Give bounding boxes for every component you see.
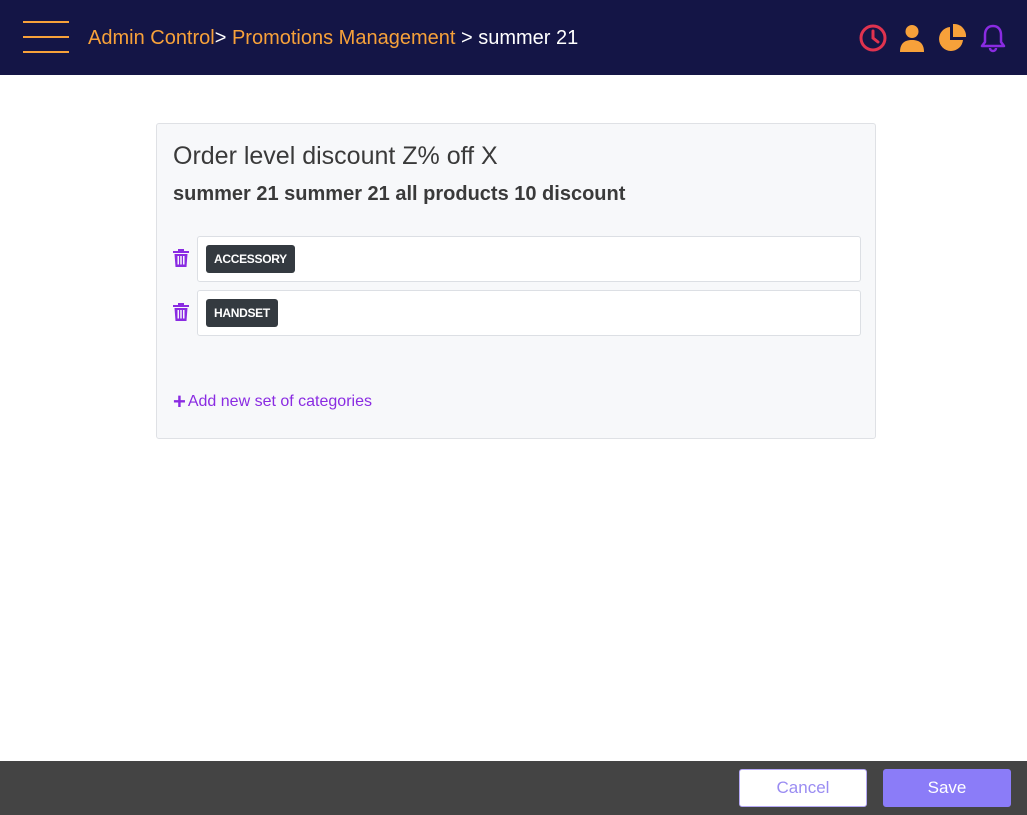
top-bar: Admin Control> Promotions Management > s… <box>0 0 1027 75</box>
breadcrumb-current: summer 21 <box>478 27 579 49</box>
user-icon[interactable] <box>897 23 927 53</box>
promotion-type-title: Order level discount Z% off X <box>173 142 498 170</box>
category-tag: HANDSET <box>206 299 278 327</box>
promotion-name-subtitle: summer 21 summer 21 all products 10 disc… <box>173 183 626 205</box>
add-category-set-label: Add new set of categories <box>187 393 372 410</box>
breadcrumb-separator: > <box>214 27 227 49</box>
category-set-row: ACCESSORY <box>173 236 861 282</box>
plus-icon: + <box>173 389 186 414</box>
category-input[interactable]: HANDSET <box>197 290 861 336</box>
category-input[interactable]: ACCESSORY <box>197 236 861 282</box>
menu-icon[interactable] <box>23 20 69 54</box>
bell-icon[interactable] <box>978 23 1008 53</box>
cancel-button[interactable]: Cancel <box>739 769 867 807</box>
breadcrumb-admin-control[interactable]: Admin Control <box>88 27 215 49</box>
clock-icon[interactable] <box>858 23 888 53</box>
breadcrumb-separator: > <box>455 27 479 49</box>
category-set-row: HANDSET <box>173 290 861 336</box>
footer-bar: Cancel Save <box>0 761 1027 815</box>
breadcrumb: Admin Control> Promotions Management > s… <box>88 25 578 51</box>
add-category-set-link[interactable]: + Add new set of categories <box>173 389 372 414</box>
pie-chart-icon[interactable] <box>937 23 967 53</box>
save-button[interactable]: Save <box>883 769 1011 807</box>
promotion-card: Order level discount Z% off X summer 21 … <box>156 123 876 439</box>
breadcrumb-promotions-management[interactable]: Promotions Management <box>232 27 455 49</box>
trash-icon[interactable] <box>173 303 189 321</box>
category-tag: ACCESSORY <box>206 245 295 273</box>
trash-icon[interactable] <box>173 249 189 267</box>
